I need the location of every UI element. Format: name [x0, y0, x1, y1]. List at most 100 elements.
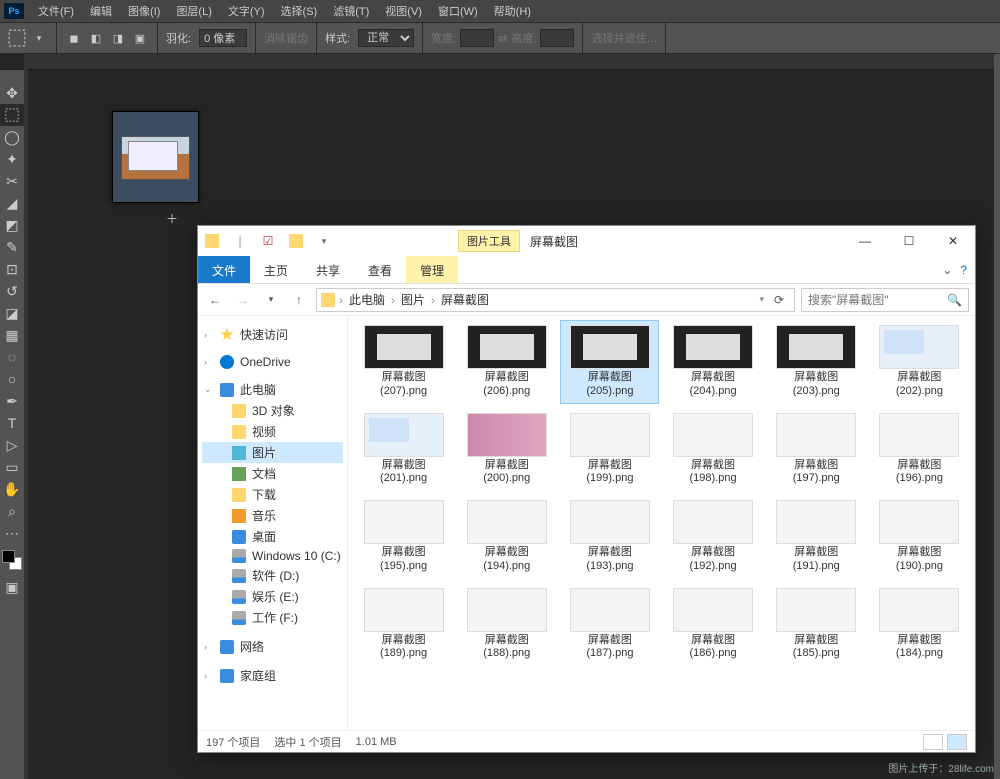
file-item[interactable]: 屏幕截图 (198).png: [663, 408, 762, 492]
nav-desktop[interactable]: 桌面: [202, 526, 343, 547]
nav-videos[interactable]: 视频: [202, 421, 343, 442]
move-tool[interactable]: ✥: [0, 82, 24, 104]
ribbon-tab-manage[interactable]: 管理: [406, 256, 458, 283]
pen-tool[interactable]: ✒: [0, 390, 24, 412]
file-item[interactable]: 屏幕截图 (202).png: [870, 320, 969, 404]
address-box[interactable]: › 此电脑 › 图片 › 屏幕截图 ▾ ⟳: [316, 288, 795, 312]
ribbon-tab-view[interactable]: 查看: [354, 256, 406, 283]
menu-编辑[interactable]: 编辑: [82, 3, 120, 19]
dropdown-icon[interactable]: ▾: [30, 29, 48, 47]
file-item[interactable]: 屏幕截图 (194).png: [457, 495, 556, 579]
quickmask-tool[interactable]: ▣: [0, 576, 24, 598]
sel-new-icon[interactable]: ◼: [65, 29, 83, 47]
nav-downloads[interactable]: 下载: [202, 484, 343, 505]
brush-tool[interactable]: ✎: [0, 236, 24, 258]
file-item[interactable]: 屏幕截图 (185).png: [767, 583, 866, 667]
menu-窗口[interactable]: 窗口(W): [430, 3, 486, 19]
heal-tool[interactable]: ◩: [0, 214, 24, 236]
style-select[interactable]: 正常: [358, 29, 414, 47]
recent-dropdown-icon[interactable]: ▾: [260, 289, 282, 311]
view-details-button[interactable]: [923, 734, 943, 750]
dodge-tool[interactable]: ○: [0, 368, 24, 390]
properties-icon[interactable]: ☑: [256, 229, 280, 253]
nav-c-drive[interactable]: Windows 10 (C:): [202, 547, 343, 565]
ribbon-tab-share[interactable]: 共享: [302, 256, 354, 283]
refresh-button[interactable]: ⟳: [768, 293, 790, 307]
new-folder-icon[interactable]: [284, 229, 308, 253]
marquee-tool-icon[interactable]: [8, 29, 26, 47]
sel-intersect-icon[interactable]: ▣: [131, 29, 149, 47]
file-item[interactable]: 屏幕截图 (206).png: [457, 320, 556, 404]
shape-tool[interactable]: ▭: [0, 456, 24, 478]
nav-documents[interactable]: 文档: [202, 463, 343, 484]
menu-滤镜[interactable]: 滤镜(T): [325, 3, 377, 19]
menu-帮助[interactable]: 帮助(H): [486, 3, 539, 19]
file-item[interactable]: 屏幕截图 (196).png: [870, 408, 969, 492]
search-input[interactable]: [808, 293, 947, 307]
file-item[interactable]: 屏幕截图 (193).png: [560, 495, 659, 579]
menu-选择[interactable]: 选择(S): [273, 3, 326, 19]
file-item[interactable]: 屏幕截图 (201).png: [354, 408, 453, 492]
marquee-tool[interactable]: [0, 104, 24, 126]
forward-button[interactable]: →: [232, 289, 254, 311]
menu-文件[interactable]: 文件(F): [30, 3, 82, 19]
file-item[interactable]: 屏幕截图 (204).png: [663, 320, 762, 404]
explorer-file-pane[interactable]: 屏幕截图 (207).png屏幕截图 (206).png屏幕截图 (205).p…: [348, 316, 975, 730]
file-item[interactable]: 屏幕截图 (187).png: [560, 583, 659, 667]
zoom-tool[interactable]: ⌕: [0, 500, 24, 522]
nav-this-pc[interactable]: ⌄此电脑: [202, 379, 343, 400]
breadcrumb[interactable]: 屏幕截图: [439, 291, 491, 308]
nav-quick-access[interactable]: ›快速访问: [202, 324, 343, 345]
nav-network[interactable]: ›网络: [202, 636, 343, 657]
ribbon-expand-icon[interactable]: ⌄: [942, 263, 952, 277]
file-item[interactable]: 屏幕截图 (203).png: [767, 320, 866, 404]
nav-music[interactable]: 音乐: [202, 505, 343, 526]
nav-f-drive[interactable]: 工作 (F:): [202, 607, 343, 628]
explorer-titlebar[interactable]: | ☑ ▾ 图片工具 屏幕截图 — ☐ ✕: [198, 226, 975, 256]
file-item[interactable]: 屏幕截图 (205).png: [560, 320, 659, 404]
gradient-tool[interactable]: ▦: [0, 324, 24, 346]
maximize-button[interactable]: ☐: [887, 226, 931, 256]
ps-document[interactable]: [112, 111, 199, 203]
select-mask-button[interactable]: 选择并遮住…: [591, 30, 657, 46]
wand-tool[interactable]: ✦: [0, 148, 24, 170]
nav-e-drive[interactable]: 娱乐 (E:): [202, 586, 343, 607]
eyedropper-tool[interactable]: ◢: [0, 192, 24, 214]
breadcrumb[interactable]: 此电脑: [347, 291, 387, 308]
sel-add-icon[interactable]: ◧: [87, 29, 105, 47]
breadcrumb[interactable]: 图片: [399, 291, 427, 308]
menu-图像[interactable]: 图像(I): [120, 3, 168, 19]
minimize-button[interactable]: —: [843, 226, 887, 256]
blur-tool[interactable]: ◌: [0, 346, 24, 368]
hand-tool[interactable]: ✋: [0, 478, 24, 500]
nav-pictures[interactable]: 图片: [202, 442, 343, 463]
view-thumbnails-button[interactable]: [947, 734, 967, 750]
help-icon[interactable]: ?: [960, 263, 967, 277]
file-item[interactable]: 屏幕截图 (200).png: [457, 408, 556, 492]
file-item[interactable]: 屏幕截图 (188).png: [457, 583, 556, 667]
file-item[interactable]: 屏幕截图 (189).png: [354, 583, 453, 667]
nav-d-drive[interactable]: 软件 (D:): [202, 565, 343, 586]
color-swatch[interactable]: [2, 550, 22, 570]
nav-onedrive[interactable]: ›OneDrive: [202, 353, 343, 371]
address-dropdown-icon[interactable]: ▾: [759, 294, 764, 305]
more-tools-icon[interactable]: ⋯: [0, 522, 24, 544]
menu-文字[interactable]: 文字(Y): [220, 3, 273, 19]
back-button[interactable]: ←: [204, 289, 226, 311]
file-item[interactable]: 屏幕截图 (197).png: [767, 408, 866, 492]
up-button[interactable]: ↑: [288, 289, 310, 311]
ribbon-tab-home[interactable]: 主页: [250, 256, 302, 283]
feather-input[interactable]: [199, 29, 247, 47]
file-item[interactable]: 屏幕截图 (190).png: [870, 495, 969, 579]
eraser-tool[interactable]: ◪: [0, 302, 24, 324]
nav-3d-objects[interactable]: 3D 对象: [202, 400, 343, 421]
menu-图层[interactable]: 图层(L): [168, 3, 219, 19]
file-item[interactable]: 屏幕截图 (195).png: [354, 495, 453, 579]
type-tool[interactable]: T: [0, 412, 24, 434]
file-item[interactable]: 屏幕截图 (186).png: [663, 583, 762, 667]
stamp-tool[interactable]: ⊡: [0, 258, 24, 280]
file-item[interactable]: 屏幕截图 (184).png: [870, 583, 969, 667]
sel-subtract-icon[interactable]: ◨: [109, 29, 127, 47]
ribbon-tab-file[interactable]: 文件: [198, 256, 250, 283]
crop-tool[interactable]: ✂: [0, 170, 24, 192]
